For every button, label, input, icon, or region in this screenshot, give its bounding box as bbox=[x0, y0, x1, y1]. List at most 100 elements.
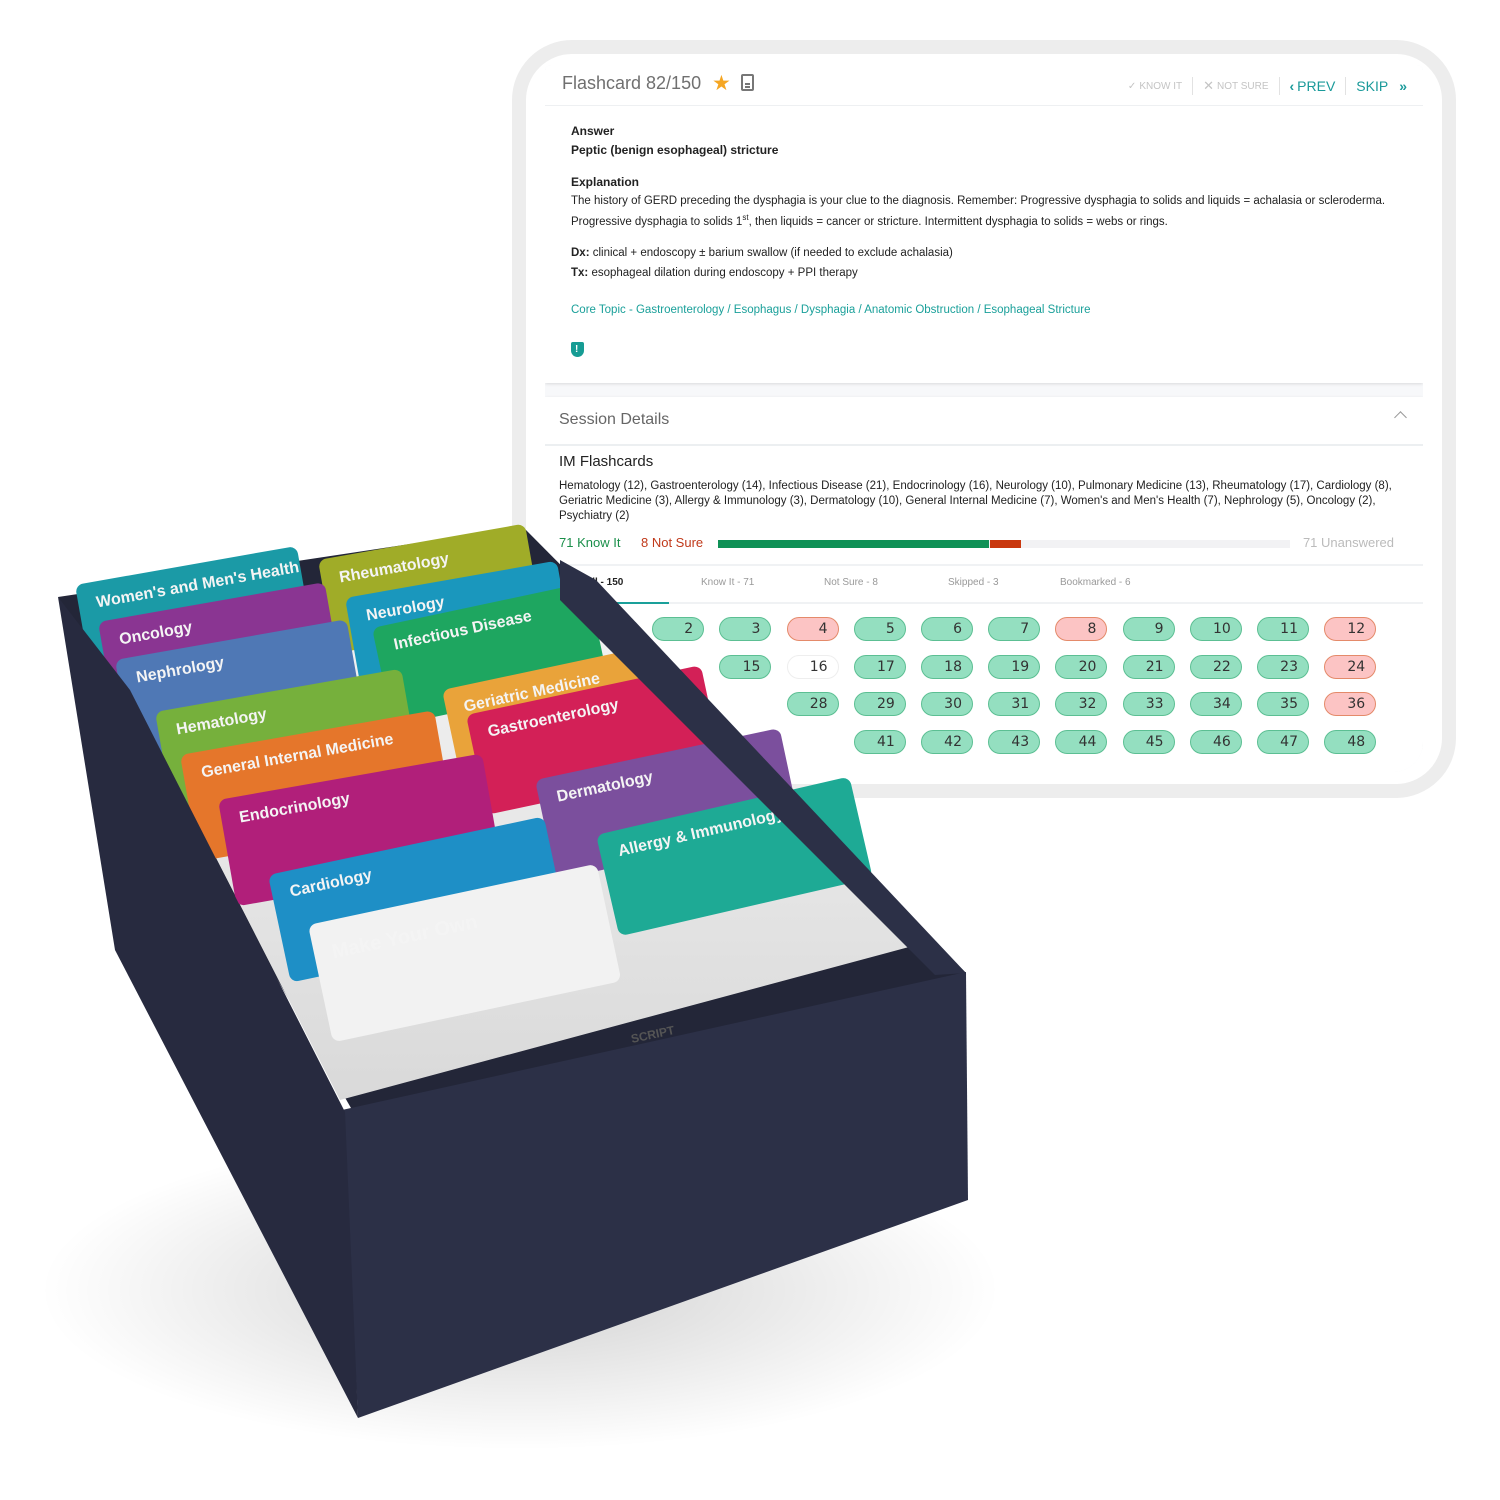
flashcard-panel: Flashcard 82/150 ★ ✓ KNOW IT ✕ NOT SURE ‹ P… bbox=[545, 65, 1423, 383]
divider-tab-shape bbox=[99, 583, 341, 720]
card-number-pill[interactable]: 32 bbox=[1055, 692, 1108, 717]
tab-all[interactable]: All - 150 bbox=[585, 577, 623, 588]
card-number-pill[interactable]: 31 bbox=[988, 692, 1041, 717]
prev-button[interactable]: ‹ PREV bbox=[1290, 78, 1336, 94]
answer-text: Peptic (benign esophageal) stricture bbox=[571, 142, 779, 157]
session-header[interactable]: Session Details bbox=[545, 397, 1423, 446]
know-it-count: 71 Know It bbox=[559, 535, 621, 550]
card-number-pill[interactable]: 33 bbox=[1122, 692, 1175, 717]
prev-label: PREV bbox=[1297, 78, 1336, 94]
divider-tab-shape bbox=[597, 778, 872, 935]
card-number-pill[interactable]: 9 bbox=[1122, 617, 1175, 641]
divider-tab-shape bbox=[181, 711, 452, 861]
card-number-pill[interactable]: 17 bbox=[853, 654, 906, 679]
star-icon[interactable]: ★ bbox=[712, 71, 731, 96]
unanswered-count: 71 Unanswered bbox=[1302, 535, 1394, 550]
card-number-pill[interactable]: 41 bbox=[853, 729, 906, 754]
card-number-pill[interactable]: 47 bbox=[1257, 729, 1309, 754]
card-number-pill[interactable]: 30 bbox=[921, 692, 973, 717]
skip-label: SKIP bbox=[1356, 78, 1389, 94]
document-icon[interactable] bbox=[741, 74, 754, 91]
chevron-left-icon: ‹ bbox=[1289, 78, 1295, 94]
card-number-pill[interactable]: 48 bbox=[1324, 729, 1377, 754]
brand-label: SCRIPT bbox=[630, 1023, 677, 1046]
card-number-pill[interactable]: 45 bbox=[1122, 729, 1175, 754]
session-tabs: All - 150 Know It - 71 Not Sure - 8 Skip… bbox=[545, 564, 1423, 604]
divider-tab-shape bbox=[156, 669, 418, 812]
divider-tab: Oncology bbox=[99, 583, 341, 720]
box-front bbox=[342, 972, 968, 1418]
divider-tab-label: Hematology bbox=[175, 706, 268, 739]
box-left-side bbox=[58, 597, 358, 1418]
tablet-screen: Flashcard 82/150 ★ ✓ KNOW IT ✕ NOT SURE ‹ P… bbox=[545, 65, 1423, 772]
session-title: Session Details bbox=[559, 411, 670, 428]
card-number-pill[interactable]: 7 bbox=[988, 617, 1041, 641]
diagnosis-line: Dx: clinical + endoscopy ± barium swallo… bbox=[571, 246, 953, 259]
tab-skipped[interactable]: Skipped - 3 bbox=[948, 577, 999, 588]
explanation-text: The history of GERD preceding the dyspha… bbox=[571, 194, 1386, 229]
know-it-label: KNOW IT bbox=[1139, 80, 1183, 92]
explanation-label: Explanation bbox=[571, 175, 640, 190]
core-topic-link[interactable]: Core Topic - Gastroenterology / Esophagu… bbox=[571, 302, 1397, 320]
divider bbox=[1192, 77, 1194, 95]
treatment-line: Tx: esophageal dilation during endoscopy… bbox=[571, 266, 858, 279]
card-number-pill[interactable]: 20 bbox=[1055, 654, 1108, 679]
divider-tab-shape bbox=[309, 865, 621, 1041]
card-number-pill[interactable]: 43 bbox=[988, 729, 1041, 754]
card-number-pill[interactable]: 5 bbox=[853, 617, 906, 641]
chevron-up-icon[interactable] bbox=[1394, 411, 1407, 424]
card-number-pill[interactable]: 36 bbox=[1324, 692, 1377, 717]
know-it-button[interactable]: ✓ KNOW IT bbox=[1128, 81, 1182, 92]
divider-tab: Rheumatology bbox=[319, 524, 541, 653]
shield-alert-icon[interactable] bbox=[571, 341, 584, 357]
progress-stats: 71 Know It 8 Not Sure 71 Unanswered bbox=[559, 533, 1409, 553]
divider-tab-label: General Internal Medicine bbox=[200, 731, 395, 782]
card-number-pill[interactable]: 6 bbox=[921, 617, 973, 641]
flashcard-header: Flashcard 82/150 ★ ✓ KNOW IT ✕ NOT SURE ‹ P… bbox=[545, 65, 1423, 106]
not-sure-button[interactable]: ✕ NOT SURE bbox=[1203, 78, 1268, 94]
card-number-pill[interactable]: 11 bbox=[1257, 617, 1309, 641]
card-number-pill[interactable]: 34 bbox=[1189, 692, 1242, 717]
divider-tab: Make Your Own bbox=[309, 865, 621, 1041]
card-number-pill[interactable]: 28 bbox=[786, 692, 839, 717]
divider-tab: Nephrology bbox=[116, 620, 364, 763]
divider bbox=[1345, 77, 1347, 95]
card-number-pill[interactable]: 2 bbox=[652, 617, 705, 641]
progress-not-sure-segment bbox=[990, 540, 1021, 548]
flashcard-title: Flashcard 82/150 bbox=[562, 73, 702, 93]
box-shadow bbox=[40, 1130, 1000, 1450]
flashcard-actions: ✓ KNOW IT ✕ NOT SURE ‹ PREV SKIP » bbox=[1128, 77, 1407, 95]
not-sure-label: NOT SURE bbox=[1217, 80, 1269, 92]
divider-tab-label: Make Your Own bbox=[330, 911, 480, 963]
card-number-pill[interactable]: 22 bbox=[1189, 654, 1242, 679]
close-icon: ✕ bbox=[1203, 78, 1214, 93]
divider-tab-label: Oncology bbox=[118, 619, 194, 649]
tab-know-it[interactable]: Know It - 71 bbox=[701, 577, 754, 588]
card-number-pill[interactable]: 12 bbox=[1324, 617, 1377, 641]
card-number-pill[interactable]: 4 bbox=[786, 617, 839, 641]
card-number-pill[interactable]: 15 bbox=[719, 654, 772, 679]
answer-label: Answer bbox=[571, 124, 615, 138]
divider-tab: Hematology bbox=[156, 669, 418, 812]
divider-tab: General Internal Medicine bbox=[181, 711, 452, 861]
card-number-pill[interactable]: 46 bbox=[1189, 729, 1242, 754]
card-number-pill[interactable]: 19 bbox=[988, 654, 1041, 679]
card-number-pill[interactable]: 35 bbox=[1257, 692, 1309, 717]
divider-tab-label: Women's and Men's Health bbox=[95, 559, 300, 611]
tab-bookmarked[interactable]: Bookmarked - 6 bbox=[1060, 577, 1131, 588]
card-number-pill[interactable]: 44 bbox=[1055, 729, 1108, 754]
progress-bar bbox=[718, 540, 1290, 548]
card-number-pill[interactable]: 21 bbox=[1122, 654, 1175, 679]
card-number-pill[interactable]: 10 bbox=[1189, 617, 1242, 641]
card-number-pill[interactable]: 29 bbox=[853, 692, 906, 717]
tab-not-sure[interactable]: Not Sure - 8 bbox=[824, 577, 878, 588]
card-number-pill[interactable]: 42 bbox=[921, 729, 973, 754]
card-number-pill[interactable]: 23 bbox=[1257, 654, 1309, 679]
card-number-pill[interactable]: 3 bbox=[719, 617, 772, 641]
card-number-pill[interactable]: 8 bbox=[1055, 617, 1108, 641]
card-number-pill[interactable]: 24 bbox=[1324, 654, 1377, 679]
card-number-pill[interactable]: 16 bbox=[786, 654, 839, 679]
card-number-pill[interactable]: 18 bbox=[921, 654, 973, 679]
skip-button[interactable]: SKIP » bbox=[1356, 78, 1407, 94]
progress-know-segment bbox=[718, 540, 989, 548]
